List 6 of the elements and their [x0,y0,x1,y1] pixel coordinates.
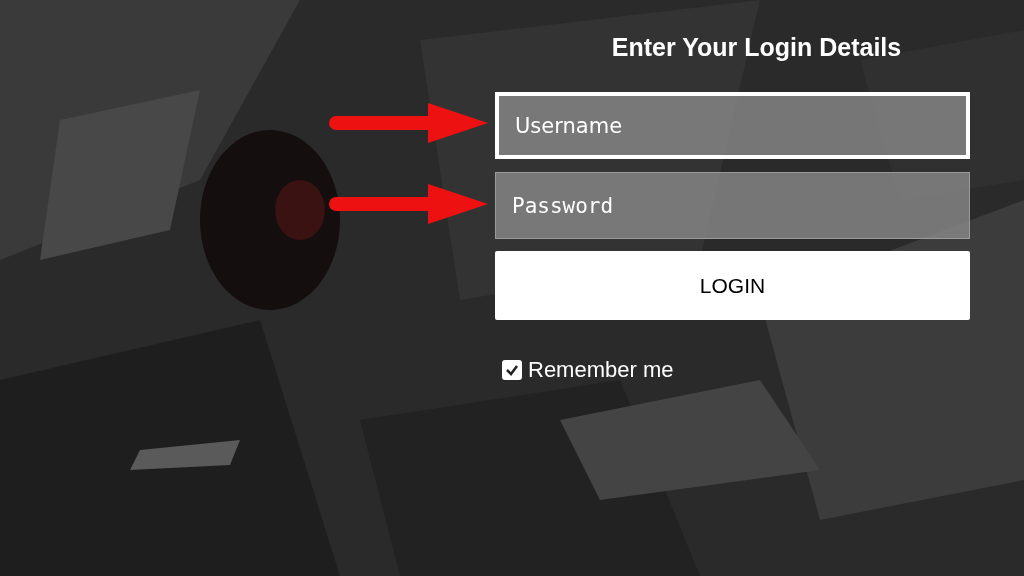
remember-checkbox[interactable] [502,359,522,380]
login-button[interactable]: LOGIN [495,251,970,320]
remember-label[interactable]: Remember me [528,353,674,386]
form-title: Enter Your Login Details [611,32,902,63]
password-field[interactable]: Password [495,172,970,239]
username-field[interactable]: Username [495,92,970,159]
